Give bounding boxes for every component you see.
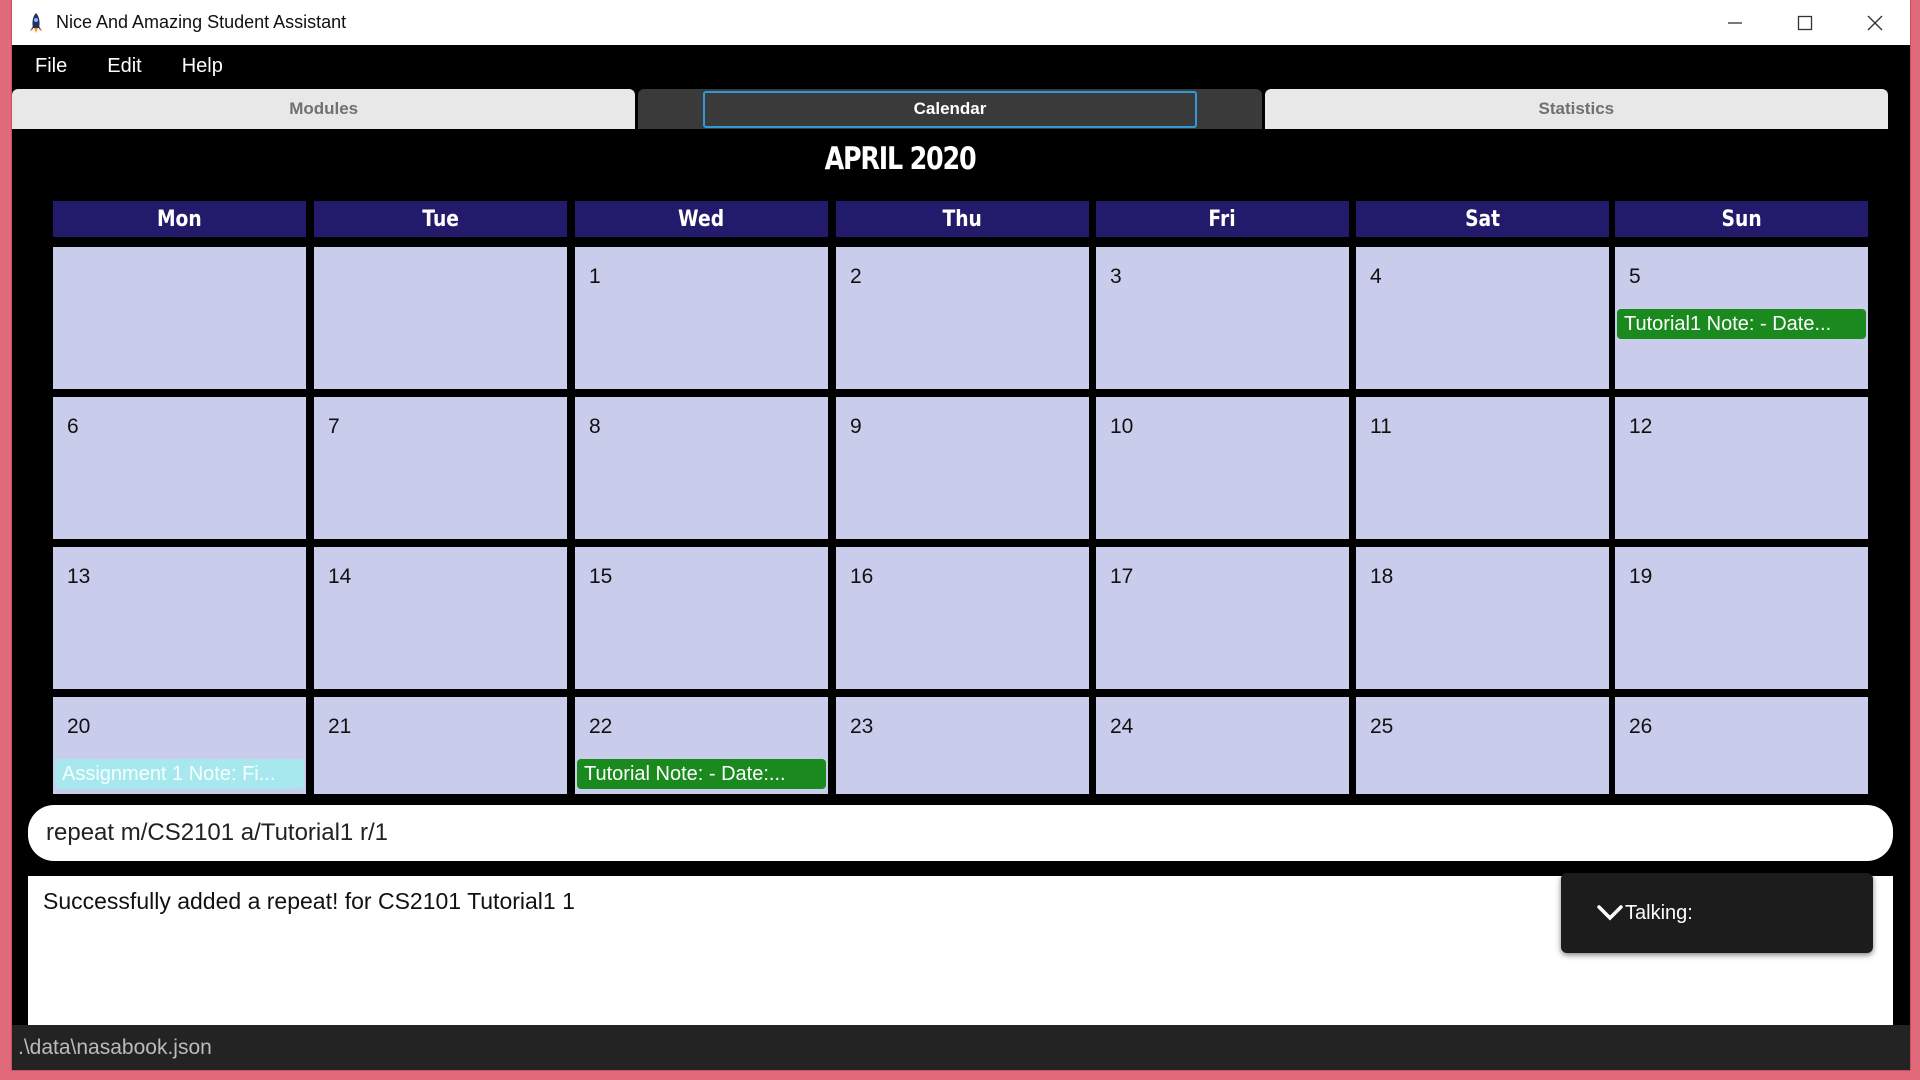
title-bar[interactable]: Nice And Amazing Student Assistant	[12, 0, 1910, 45]
day-cell[interactable]: 23	[836, 697, 1089, 794]
day-cell[interactable]: 26	[1615, 697, 1868, 794]
data-file-path: .\data\nasabook.json	[18, 1035, 212, 1059]
status-bar: .\data\nasabook.json	[12, 1025, 1910, 1070]
result-text: Successfully added a repeat! for CS2101 …	[43, 888, 575, 914]
menu-bar: File Edit Help	[12, 45, 1910, 87]
day-cell[interactable]: 24	[1096, 697, 1349, 794]
calendar-view: Mon Tue Wed Thu Fri Sat Sun 1 2 3 4 5 Tutorial1 Note…	[12, 190, 1910, 794]
day-number: 10	[1110, 415, 1134, 438]
app-window: Nice And Amazing Student Assistant File …	[12, 0, 1910, 1070]
day-cell[interactable]: 6	[53, 397, 306, 539]
day-cell[interactable]: 25	[1356, 697, 1609, 794]
maximize-icon[interactable]	[1770, 0, 1840, 45]
day-number: 5	[1629, 265, 1641, 288]
day-number: 12	[1629, 415, 1653, 438]
day-number: 9	[850, 415, 862, 438]
calendar-event[interactable]: Assignment 1 Note: Fi...	[55, 759, 304, 789]
day-number: 8	[589, 415, 601, 438]
day-number: 25	[1370, 715, 1394, 738]
menu-edit[interactable]: Edit	[87, 55, 161, 78]
day-cell[interactable]: 22 Tutorial Note: - Date:...	[575, 697, 828, 794]
menu-file[interactable]: File	[12, 55, 87, 78]
day-cell[interactable]: 5 Tutorial1 Note: - Date...	[1615, 247, 1868, 389]
weekday-header-fri: Fri	[1096, 201, 1349, 237]
app-rocket-icon	[26, 10, 46, 36]
day-number: 26	[1629, 715, 1653, 738]
tab-modules[interactable]: Modules	[12, 89, 636, 129]
menu-help[interactable]: Help	[162, 55, 243, 78]
command-input[interactable]: repeat m/CS2101 a/Tutorial1 r/1	[28, 805, 1893, 861]
day-cell[interactable]: 17	[1096, 547, 1349, 689]
weekday-header-sat: Sat	[1356, 201, 1609, 237]
talking-popup[interactable]: Talking:	[1561, 873, 1873, 953]
day-number: 13	[67, 565, 91, 588]
day-number: 23	[850, 715, 874, 738]
day-number: 21	[328, 715, 352, 738]
weekday-label: Mon	[157, 206, 202, 232]
day-number: 24	[1110, 715, 1134, 738]
weekday-header-tue: Tue	[314, 201, 567, 237]
day-cell[interactable]: 15	[575, 547, 828, 689]
day-cell[interactable]: 4	[1356, 247, 1609, 389]
day-cell[interactable]: 10	[1096, 397, 1349, 539]
weekday-header-wed: Wed	[575, 201, 828, 237]
day-number: 15	[589, 565, 613, 588]
day-cell[interactable]: 20 Assignment 1 Note: Fi...	[53, 697, 306, 794]
tab-label: Calendar	[913, 99, 987, 118]
day-number: 11	[1370, 415, 1392, 438]
tab-calendar[interactable]: Calendar	[638, 89, 1262, 129]
weekday-label: Thu	[942, 206, 983, 232]
day-number: 18	[1370, 565, 1394, 588]
tab-label: Statistics	[1538, 99, 1615, 118]
day-number: 20	[67, 715, 91, 738]
weekday-label: Sun	[1721, 206, 1762, 232]
day-number: 2	[850, 265, 862, 288]
day-number: 14	[328, 565, 352, 588]
calendar-event[interactable]: Tutorial Note: - Date:...	[577, 759, 826, 789]
weekday-header-mon: Mon	[53, 201, 306, 237]
day-cell[interactable]	[314, 247, 567, 389]
day-cell[interactable]: 7	[314, 397, 567, 539]
day-cell[interactable]: 19	[1615, 547, 1868, 689]
day-number: 19	[1629, 565, 1653, 588]
weekday-label: Tue	[422, 206, 459, 232]
day-cell[interactable]: 18	[1356, 547, 1609, 689]
day-number: 7	[328, 415, 340, 438]
chevron-down-icon[interactable]	[1597, 904, 1623, 922]
day-cell[interactable]: 13	[53, 547, 306, 689]
day-cell[interactable]: 12	[1615, 397, 1868, 539]
weekday-label: Wed	[678, 206, 725, 232]
day-number: 22	[589, 715, 613, 738]
day-cell[interactable]: 8	[575, 397, 828, 539]
weekday-header-sun: Sun	[1615, 201, 1868, 237]
day-cell[interactable]	[53, 247, 306, 389]
day-cell[interactable]: 16	[836, 547, 1089, 689]
tab-bar: Modules Calendar Statistics	[12, 89, 1888, 129]
weekday-label: Sat	[1464, 206, 1501, 232]
tab-statistics[interactable]: Statistics	[1264, 89, 1888, 129]
close-icon[interactable]	[1840, 0, 1910, 45]
tab-label: Modules	[289, 99, 359, 118]
day-cell[interactable]: 21	[314, 697, 567, 794]
window-title: Nice And Amazing Student Assistant	[56, 12, 347, 32]
calendar-title: APRIL 2020	[824, 141, 977, 177]
weekday-header-thu: Thu	[836, 201, 1089, 237]
day-cell[interactable]: 9	[836, 397, 1089, 539]
minimize-icon[interactable]	[1700, 0, 1770, 45]
day-number: 6	[67, 415, 79, 438]
day-cell[interactable]: 2	[836, 247, 1089, 389]
day-number: 1	[589, 265, 601, 288]
day-number: 3	[1110, 265, 1122, 288]
weekday-label: Fri	[1208, 206, 1237, 232]
calendar-event[interactable]: Tutorial1 Note: - Date...	[1617, 309, 1866, 339]
day-cell[interactable]: 11	[1356, 397, 1609, 539]
day-cell[interactable]: 1	[575, 247, 828, 389]
day-cell[interactable]: 14	[314, 547, 567, 689]
day-cell[interactable]: 3	[1096, 247, 1349, 389]
day-number: 17	[1110, 565, 1134, 588]
day-number: 16	[850, 565, 874, 588]
day-number: 4	[1370, 265, 1382, 288]
talking-label: Talking:	[1625, 901, 1693, 924]
